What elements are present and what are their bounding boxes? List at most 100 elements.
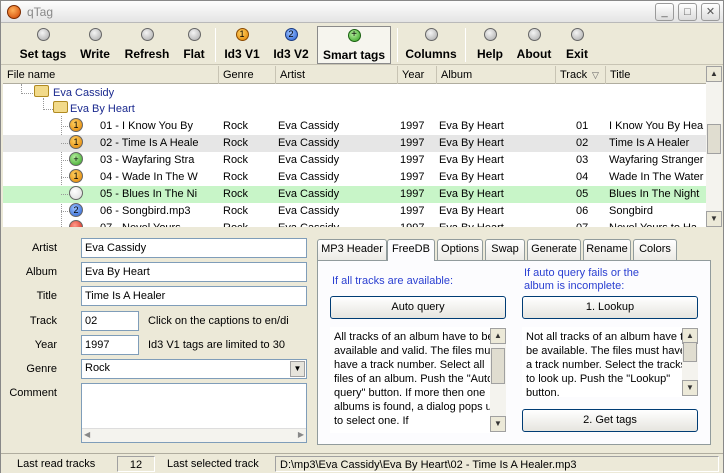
file-tree[interactable]: Eva Cassidy Eva By Heart 1 01 - I Know Yo…: [3, 84, 706, 227]
scroll-left-icon[interactable]: ◀: [84, 430, 90, 439]
year-input[interactable]: 1997: [81, 335, 139, 355]
column-file-name[interactable]: File name: [3, 66, 219, 84]
tree-artist-folder[interactable]: Eva Cassidy: [3, 85, 706, 102]
cell-track: 02: [576, 137, 589, 149]
track-row[interactable]: 1 02 - Time Is A Heale Rock Eva Cassidy 1997…: [3, 135, 706, 152]
genre-select[interactable]: Rock ▼: [81, 359, 307, 379]
scroll-down-icon[interactable]: ▼: [490, 416, 506, 432]
track-row[interactable]: 1 04 - Wade In The W Rock Eva Cassidy 1997 Ev…: [3, 169, 706, 186]
lookup-button[interactable]: 1. Lookup: [522, 296, 698, 319]
maximize-button[interactable]: □: [678, 3, 697, 21]
tab-freedb[interactable]: FreeDB: [387, 239, 435, 261]
comment-label[interactable]: Comment: [3, 387, 57, 399]
column-title[interactable]: Title: [606, 66, 706, 84]
chevron-down-icon[interactable]: ▼: [290, 361, 305, 377]
set-tags-label: Set tags: [19, 47, 67, 61]
orange-status-icon: 1: [69, 169, 83, 183]
track-row[interactable]: +03 - Wayfaring Stra Rock Eva Cassidy 1997 E…: [3, 152, 706, 169]
write-button[interactable]: Write: [75, 26, 115, 64]
artist-label[interactable]: Artist: [3, 242, 57, 254]
scroll-right-icon[interactable]: ▶: [298, 430, 304, 439]
about-label: About: [516, 47, 552, 61]
cell-year: 1997: [400, 137, 425, 149]
cell-title: Songbird: [609, 205, 654, 217]
write-label: Write: [80, 47, 110, 61]
scroll-up-icon[interactable]: ▲: [706, 66, 722, 82]
id3v2-button[interactable]: 2 Id3 V2: [269, 26, 313, 64]
tab-rename[interactable]: Rename: [583, 239, 631, 260]
scroll-down-icon[interactable]: ▼: [682, 380, 698, 396]
get-tags-button[interactable]: 2. Get tags: [522, 409, 698, 432]
app-icon: [7, 5, 21, 19]
close-button[interactable]: ✕: [701, 3, 720, 21]
folder-label: Eva By Heart: [70, 103, 135, 115]
columns-button[interactable]: Columns: [403, 26, 459, 64]
tab-generate[interactable]: Generate: [527, 239, 581, 260]
track-row[interactable]: 1 01 - I Know You By Rock Eva Cassidy 1997 Ev…: [3, 118, 706, 135]
title-label[interactable]: Title: [3, 290, 57, 302]
flat-button[interactable]: Flat: [179, 26, 209, 64]
cell-title: I Know You By Hea: [609, 120, 704, 132]
minimize-button[interactable]: _: [655, 3, 674, 21]
column-track[interactable]: Track ▽: [556, 66, 606, 84]
scroll-thumb[interactable]: [707, 124, 721, 154]
flat-icon: [187, 28, 201, 41]
exit-button[interactable]: Exit: [561, 26, 593, 64]
cell-file: 07 - Nevel Yours: [100, 220, 212, 227]
auto-query-button[interactable]: Auto query: [330, 296, 506, 319]
scroll-thumb[interactable]: [491, 348, 505, 384]
cell-artist: Eva Cassidy: [278, 220, 396, 227]
blue-status-icon: 2: [69, 203, 83, 217]
tab-swap[interactable]: Swap: [485, 239, 525, 260]
comment-hscrollbar[interactable]: ◀ ▶: [82, 428, 306, 442]
scroll-thumb[interactable]: [683, 342, 697, 362]
album-input[interactable]: Eva By Heart: [81, 262, 307, 282]
track-label[interactable]: Track: [3, 315, 57, 327]
last-read-label: Last read tracks: [17, 458, 96, 470]
right-help-scrollbar[interactable]: ▲ ▼: [682, 328, 698, 396]
scroll-up-icon[interactable]: ▲: [490, 328, 506, 344]
columns-label: Columns: [405, 47, 457, 61]
cell-title: Wade In The Water: [609, 171, 704, 183]
track-row[interactable]: 2 06 - Songbird.mp3 Rock Eva Cassidy 1997 Eva…: [3, 203, 706, 220]
scroll-down-icon[interactable]: ▼: [706, 211, 722, 227]
column-year[interactable]: Year: [398, 66, 437, 84]
cell-track: 04: [576, 171, 589, 183]
cell-genre: Rock: [223, 220, 275, 227]
exit-label: Exit: [565, 47, 588, 61]
help-button[interactable]: Help: [473, 26, 507, 64]
cell-year: 1997: [400, 120, 425, 132]
column-album[interactable]: Album: [437, 66, 556, 84]
set-tags-button[interactable]: Set tags: [15, 26, 71, 64]
tab-options[interactable]: Options: [437, 239, 483, 260]
about-button[interactable]: About: [513, 26, 555, 64]
column-artist[interactable]: Artist: [276, 66, 398, 84]
id3v1-button[interactable]: 1 Id3 V1: [221, 26, 263, 64]
title-input[interactable]: Time Is A Healer: [81, 286, 307, 306]
file-list-scrollbar[interactable]: ▲ ▼: [706, 66, 722, 227]
left-help-scrollbar[interactable]: ▲ ▼: [490, 328, 506, 432]
tab-colors[interactable]: Colors: [633, 239, 677, 260]
cell-album: Eva By Heart: [439, 171, 504, 183]
album-label[interactable]: Album: [3, 266, 57, 278]
track-input[interactable]: 02: [81, 311, 139, 331]
orange-status-icon: 1: [69, 118, 83, 132]
green-status-icon: +: [69, 152, 83, 166]
artist-input[interactable]: Eva Cassidy: [81, 238, 307, 258]
tree-album-folder[interactable]: Eva By Heart: [3, 101, 706, 118]
tab-mp3-header[interactable]: MP3 Header: [317, 239, 387, 260]
refresh-button[interactable]: Refresh: [121, 26, 173, 64]
column-genre[interactable]: Genre: [219, 66, 276, 84]
cell-file: 06 - Songbird.mp3: [100, 205, 191, 217]
toolbar: Set tags Write Refresh Flat 1 Id3 V1 2 I…: [1, 24, 723, 65]
track-row[interactable]: 05 - Blues In The Ni Rock Eva Cassidy 1997 E…: [3, 186, 706, 203]
refresh-icon: [140, 28, 154, 41]
genre-label[interactable]: Genre: [3, 363, 57, 375]
smart-tags-icon: +: [347, 29, 361, 42]
id3v2-icon: 2: [284, 28, 298, 41]
year-label[interactable]: Year: [3, 339, 57, 351]
toolbar-separator: [215, 28, 216, 62]
smart-tags-button[interactable]: + Smart tags: [317, 26, 391, 64]
track-row[interactable]: 07 - Nevel Yours RockEva Cassidy 1997Eva B…: [3, 220, 706, 227]
write-icon: [88, 28, 102, 41]
